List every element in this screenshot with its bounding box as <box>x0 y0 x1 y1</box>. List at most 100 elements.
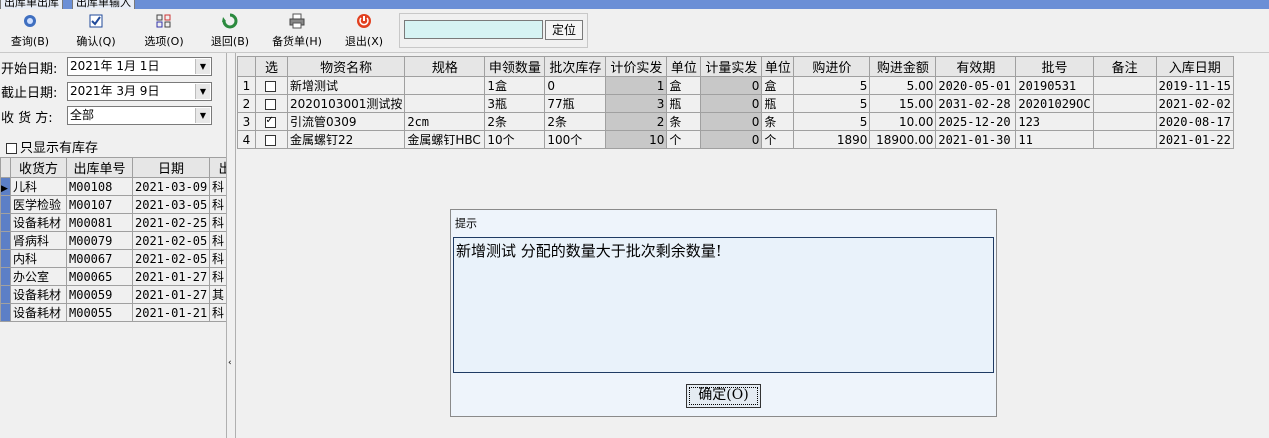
col-note[interactable]: 备注 <box>1092 56 1157 77</box>
cell-requested-qty: 2条 <box>484 112 546 131</box>
table-row[interactable]: 设备耗材 M00055 2021-01-21 科 <box>0 303 226 322</box>
only-stock-checkbox[interactable]: 只显示有库存 <box>6 137 98 156</box>
cell-outbound-no: M00107 <box>66 195 133 214</box>
col-measured-issued[interactable]: 计量实发 <box>700 56 763 77</box>
row-number: 2 <box>237 94 256 113</box>
col-lot-no[interactable]: 批号 <box>1015 56 1094 77</box>
col-purchase-amount[interactable]: 购进金额 <box>869 56 937 77</box>
cell-measured-issued[interactable]: 0 <box>700 94 763 113</box>
cell-in-date: 2021-01-22 <box>1155 130 1234 149</box>
checkbox-icon[interactable] <box>6 143 17 154</box>
locate-button[interactable]: 定位 <box>545 20 583 40</box>
return-icon <box>222 13 238 29</box>
return-button[interactable]: 退回(B) <box>206 13 254 51</box>
end-date-picker[interactable]: 2021年 3月 9日 ▼ <box>67 82 212 101</box>
col-spec[interactable]: 规格 <box>404 56 486 77</box>
col-item-name[interactable]: 物资名称 <box>286 56 406 77</box>
col-in-date[interactable]: 入库日期 <box>1155 56 1234 77</box>
options-button[interactable]: 选项(O) <box>140 13 188 51</box>
ok-button[interactable]: 确定(O) <box>686 384 761 408</box>
confirm-icon <box>88 13 104 29</box>
chevron-down-icon[interactable]: ▼ <box>195 59 210 74</box>
cell-in-date: 2021-02-02 <box>1155 94 1234 113</box>
search-icon <box>22 13 38 29</box>
cell-measured-issued[interactable]: 0 <box>700 130 763 149</box>
table-row[interactable]: 医学检验 M00107 2021-03-05 科 <box>0 195 226 214</box>
col-purchase-price[interactable]: 购进价 <box>793 56 871 77</box>
select-checkbox[interactable] <box>255 112 288 131</box>
col-batch-stock[interactable]: 批次库存 <box>544 56 607 77</box>
table-row[interactable]: 办公室 M00065 2021-01-27 科 <box>0 267 226 286</box>
row-indicator-header <box>0 157 11 178</box>
cell-priced-issued[interactable]: 2 <box>605 112 668 131</box>
col-date[interactable]: 日期 <box>132 157 210 178</box>
select-checkbox[interactable] <box>255 76 288 95</box>
cell-spec: 2cm <box>404 112 486 131</box>
start-date-picker[interactable]: 2021年 1月 1日 ▼ <box>67 57 212 76</box>
cell-requested-qty: 3瓶 <box>484 94 546 113</box>
picking-list-button[interactable]: 备货单(H) <box>268 13 326 51</box>
select-checkbox[interactable] <box>255 94 288 113</box>
table-row[interactable]: 内科 M00067 2021-02-05 科 <box>0 249 226 268</box>
end-date-label: 截止日期: <box>1 86 58 101</box>
chevron-down-icon[interactable]: ▼ <box>195 108 210 123</box>
table-row[interactable]: 3 引流管0309 2cm 2条 2条 2 条 0 条 5 10.00 2025… <box>237 112 1234 131</box>
col-expiry[interactable]: 有效期 <box>935 56 1017 77</box>
cell-outbound-no: M00079 <box>66 231 133 250</box>
confirm-button[interactable]: 确认(Q) <box>72 13 120 51</box>
cell-purchase-price: 1890 <box>793 130 871 149</box>
cell-note <box>1092 94 1157 113</box>
cell-measured-issued[interactable]: 0 <box>700 76 763 95</box>
col-unit[interactable]: 单位 <box>666 56 702 77</box>
row-indicator: ▶ <box>0 177 11 196</box>
chevron-down-icon[interactable]: ▼ <box>195 84 210 99</box>
cell-note <box>1092 130 1157 149</box>
table-row[interactable]: 设备耗材 M00059 2021-01-27 其 <box>0 285 226 304</box>
table-row[interactable]: 设备耗材 M00081 2021-02-25 科 <box>0 213 226 232</box>
cell-purchase-amount: 10.00 <box>869 112 937 131</box>
cell-note <box>1092 76 1157 95</box>
cell-date: 2021-01-21 <box>132 303 210 322</box>
cell-priced-issued[interactable]: 10 <box>605 130 668 149</box>
row-indicator <box>0 303 11 322</box>
table-row[interactable]: 1 新增测试 1盒 0 1 盒 0 盒 5 5.00 2020-05-01 20… <box>237 76 1234 95</box>
col-outbound-no[interactable]: 出库单号 <box>66 157 133 178</box>
row-indicator <box>0 249 11 268</box>
query-button[interactable]: 查询(B) <box>6 13 54 51</box>
table-row[interactable]: 肾病科 M00079 2021-02-05 科 <box>0 231 226 250</box>
cell-outbound-no: M00059 <box>66 285 133 304</box>
tab-outbound-input[interactable]: 出库单输入 <box>72 0 135 9</box>
power-icon <box>356 13 372 29</box>
cell-date: 2021-03-09 <box>132 177 210 196</box>
col-receiver[interactable]: 收货方 <box>10 157 67 178</box>
cell-purchase-price: 5 <box>793 112 871 131</box>
exit-button[interactable]: 退出(X) <box>340 13 388 51</box>
row-number: 3 <box>237 112 256 131</box>
cell-priced-issued[interactable]: 3 <box>605 94 668 113</box>
tab-outbound-issue[interactable]: 出库单出库 <box>0 0 63 9</box>
cell-unit-2: 盒 <box>761 76 795 95</box>
col-unit-2[interactable]: 单位 <box>761 56 795 77</box>
cell-batch-stock: 0 <box>544 76 607 95</box>
cell-expiry: 2020-05-01 <box>935 76 1017 95</box>
table-row[interactable]: 2 2020103001测试按 3瓶 77瓶 3 瓶 0 瓶 5 15.00 2… <box>237 94 1234 113</box>
locate-input[interactable] <box>404 20 543 39</box>
exit-label: 退出(X) <box>344 35 384 48</box>
table-row[interactable]: 4 金属螺钉22 金属螺钉HBC 10个 100个 10 个 0 个 1890 … <box>237 130 1234 149</box>
col-priced-issued[interactable]: 计价实发 <box>605 56 668 77</box>
chevron-left-icon[interactable]: ‹ <box>228 358 232 368</box>
cell-receiver: 内科 <box>10 249 67 268</box>
receiver-select[interactable]: 全部 ▼ <box>67 106 212 125</box>
cell-measured-issued[interactable]: 0 <box>700 112 763 131</box>
col-requested-qty[interactable]: 申领数量 <box>484 56 546 77</box>
col-select[interactable]: 选 <box>255 56 288 77</box>
table-row[interactable]: ▶ 儿科 M00108 2021-03-09 科 <box>0 177 226 196</box>
cell-priced-issued[interactable]: 1 <box>605 76 668 95</box>
col-out[interactable]: 出 <box>209 157 226 178</box>
cell-out: 科 <box>209 231 226 250</box>
panel-splitter[interactable]: ‹ <box>226 53 236 438</box>
cell-out: 科 <box>209 195 226 214</box>
select-checkbox[interactable] <box>255 130 288 149</box>
cell-unit-2: 条 <box>761 112 795 131</box>
row-number: 1 <box>237 76 256 95</box>
